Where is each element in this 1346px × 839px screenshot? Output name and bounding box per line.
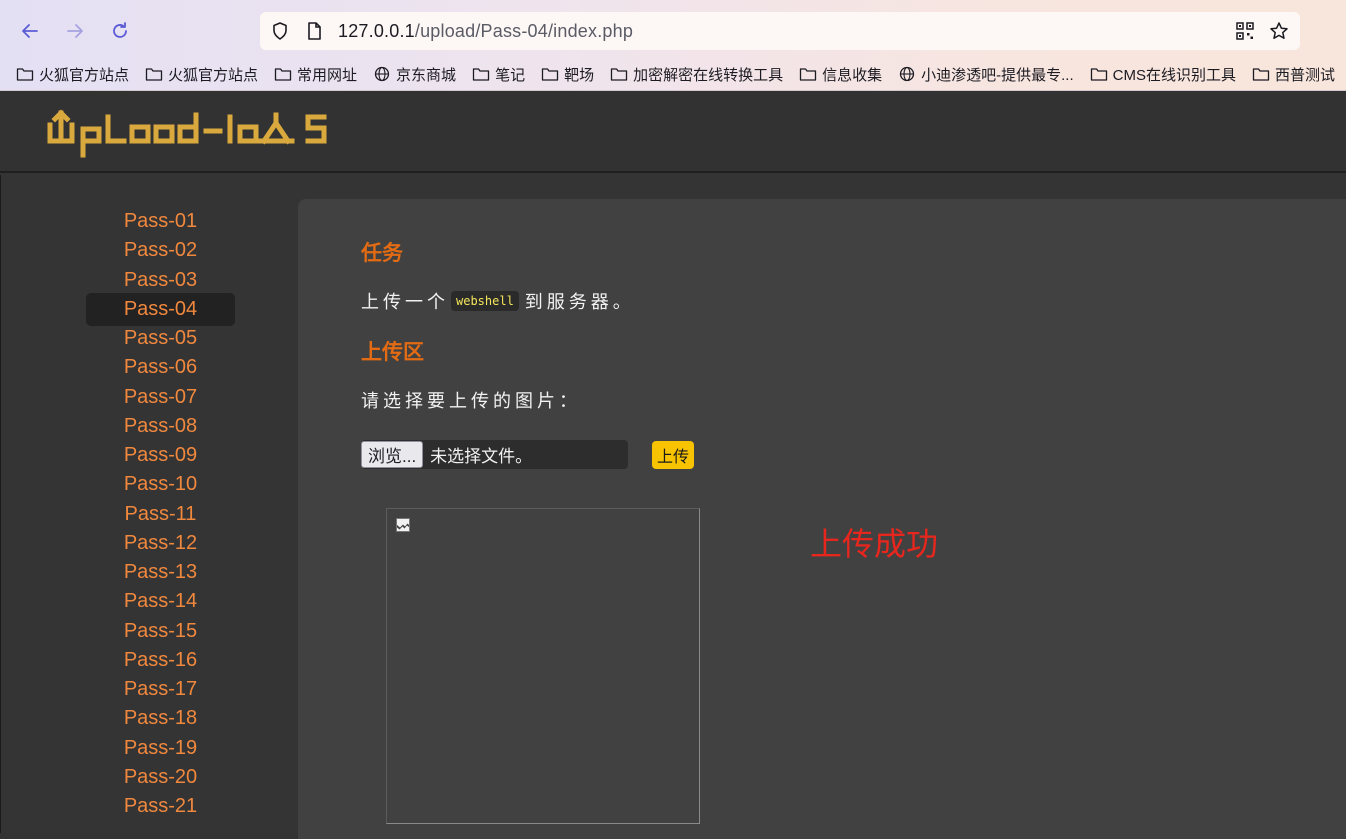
sidebar-item-pass-18[interactable]: Pass-18 <box>86 702 235 735</box>
bookmark-item[interactable]: 笔记 <box>472 64 525 85</box>
sidebar-item-pass-13[interactable]: Pass-13 <box>86 556 235 589</box>
sidebar-item-pass-06[interactable]: Pass-06 <box>86 351 235 384</box>
sidebar-item-pass-19[interactable]: Pass-19 <box>86 732 235 765</box>
folder-icon <box>541 66 559 82</box>
bookmark-label: 常用网址 <box>297 66 358 84</box>
bookmark-item[interactable]: 常用网址 <box>274 64 357 85</box>
site-header <box>0 91 1346 173</box>
upload-labs-logo-icon <box>47 109 327 158</box>
bookmarks-bar: 火狐官方站点 火狐官方站点 常用网址 京东商城 笔记 靶场 加密解密在线转换工具 信息收集 小迪… <box>0 60 1346 88</box>
reload-button[interactable] <box>105 16 135 46</box>
bookmark-item[interactable]: 信息收集 <box>799 64 882 85</box>
task-code: webshell <box>451 291 519 311</box>
back-button[interactable] <box>15 16 45 46</box>
sidebar-item-pass-16[interactable]: Pass-16 <box>86 644 235 677</box>
browser-toolbar: 127.0.0.1/upload/Pass-04/index.php <box>0 0 1346 58</box>
bookmark-label: 靶场 <box>564 66 595 84</box>
upload-heading: 上传区 <box>361 341 424 364</box>
bookmark-label: 小迪渗透吧-提供最专... <box>921 66 1074 84</box>
url-host: 127.0.0.1 <box>338 21 415 41</box>
sidebar-item-pass-07[interactable]: Pass-07 <box>86 381 235 414</box>
site-logo[interactable] <box>46 107 330 164</box>
folder-icon <box>16 66 34 82</box>
bookmark-label: CMS在线识别工具 <box>1112 66 1236 84</box>
globe-icon <box>373 66 391 82</box>
bookmark-label: 加密解密在线转换工具 <box>633 66 784 84</box>
upload-button[interactable]: 上传 <box>652 441 695 469</box>
sidebar-item-pass-08[interactable]: Pass-08 <box>86 410 235 443</box>
bookmark-label: 京东商城 <box>396 66 457 84</box>
folder-icon <box>145 66 163 82</box>
sidebar-item-pass-03[interactable]: Pass-03 <box>86 264 235 297</box>
folder-icon <box>799 66 817 82</box>
arrow-left-icon <box>22 24 38 38</box>
sidebar-item-pass-04[interactable]: Pass-04 <box>86 292 235 326</box>
browser-chrome: 127.0.0.1/upload/Pass-04/index.php 火狐官方站… <box>0 0 1346 91</box>
reload-icon <box>113 22 127 38</box>
task-heading: 任务 <box>361 242 403 265</box>
bookmark-item[interactable]: 加密解密在线转换工具 <box>610 64 783 85</box>
sidebar-item-pass-12[interactable]: Pass-12 <box>86 527 235 560</box>
bookmark-item[interactable]: 火狐官方站点 <box>145 64 258 85</box>
uploaded-image <box>386 508 700 824</box>
file-input[interactable]: 浏览... 未选择文件。 <box>361 440 628 469</box>
shield-icon[interactable] <box>270 21 290 41</box>
bookmark-label: 西普测试 <box>1274 66 1335 84</box>
task-description: 上传一个 webshell 到服务器。 <box>361 288 635 314</box>
broken-image-icon <box>396 518 410 532</box>
sidebar-item-pass-10[interactable]: Pass-10 <box>86 468 235 501</box>
task-suffix: 到服务器。 <box>524 292 635 312</box>
file-status: 未选择文件。 <box>430 447 533 466</box>
upload-prompt: 请选择要上传的图片： <box>361 391 581 411</box>
task-prefix: 上传一个 <box>361 292 449 312</box>
sidebar-item-pass-17[interactable]: Pass-17 <box>86 673 235 706</box>
folder-icon <box>610 66 628 82</box>
sidebar-item-pass-14[interactable]: Pass-14 <box>86 585 235 618</box>
bookmark-item[interactable]: 火狐官方站点 <box>16 64 129 85</box>
bookmark-item[interactable]: 小迪渗透吧-提供最专... <box>898 64 1074 85</box>
folder-icon <box>1090 66 1108 82</box>
page: Pass-01 Pass-02 Pass-03 Pass-04 Pass-05 Pass-… <box>0 91 1346 839</box>
upload-success-message: 上传成功 <box>810 526 939 562</box>
bookmark-label: 信息收集 <box>822 66 883 84</box>
bookmark-item[interactable]: 西普测试 <box>1252 64 1335 85</box>
arrow-right-icon <box>67 24 83 38</box>
bookmark-item[interactable]: 靶场 <box>541 64 594 85</box>
sidebar-item-pass-11[interactable]: Pass-11 <box>86 498 235 531</box>
sidebar-item-pass-02[interactable]: Pass-02 <box>86 234 235 267</box>
sidebar-item-pass-05[interactable]: Pass-05 <box>86 322 235 355</box>
sidebar: Pass-01 Pass-02 Pass-03 Pass-04 Pass-05 Pass-… <box>0 175 298 833</box>
sidebar-item-pass-01[interactable]: Pass-01 <box>86 205 235 238</box>
sidebar-item-pass-09[interactable]: Pass-09 <box>86 439 235 472</box>
globe-icon <box>898 66 916 82</box>
sidebar-item-pass-15[interactable]: Pass-15 <box>86 615 235 648</box>
sidebar-item-pass-21[interactable]: Pass-21 <box>86 790 235 823</box>
forward-button[interactable] <box>60 16 90 46</box>
bookmark-item[interactable]: CMS在线识别工具 <box>1090 64 1236 85</box>
star-icon[interactable] <box>1269 21 1289 41</box>
bookmark-item[interactable]: 京东商城 <box>373 64 456 85</box>
bookmark-label: 火狐官方站点 <box>39 66 130 84</box>
url-text[interactable]: 127.0.0.1/upload/Pass-04/index.php <box>338 21 633 42</box>
url-path: /upload/Pass-04/index.php <box>414 21 634 41</box>
folder-icon <box>472 66 490 82</box>
sidebar-item-pass-20[interactable]: Pass-20 <box>86 761 235 794</box>
bookmark-label: 火狐官方站点 <box>168 66 259 84</box>
folder-icon <box>1252 66 1270 82</box>
main-content: 任务 上传一个 webshell 到服务器。 上传区 请选择要上传的图片： 浏览… <box>298 199 1346 839</box>
qr-code-icon[interactable] <box>1235 21 1255 41</box>
folder-icon <box>274 66 292 82</box>
browse-button[interactable]: 浏览... <box>361 441 424 468</box>
url-bar[interactable]: 127.0.0.1/upload/Pass-04/index.php <box>260 12 1300 50</box>
bookmark-label: 笔记 <box>495 66 526 84</box>
page-icon[interactable] <box>304 21 324 41</box>
